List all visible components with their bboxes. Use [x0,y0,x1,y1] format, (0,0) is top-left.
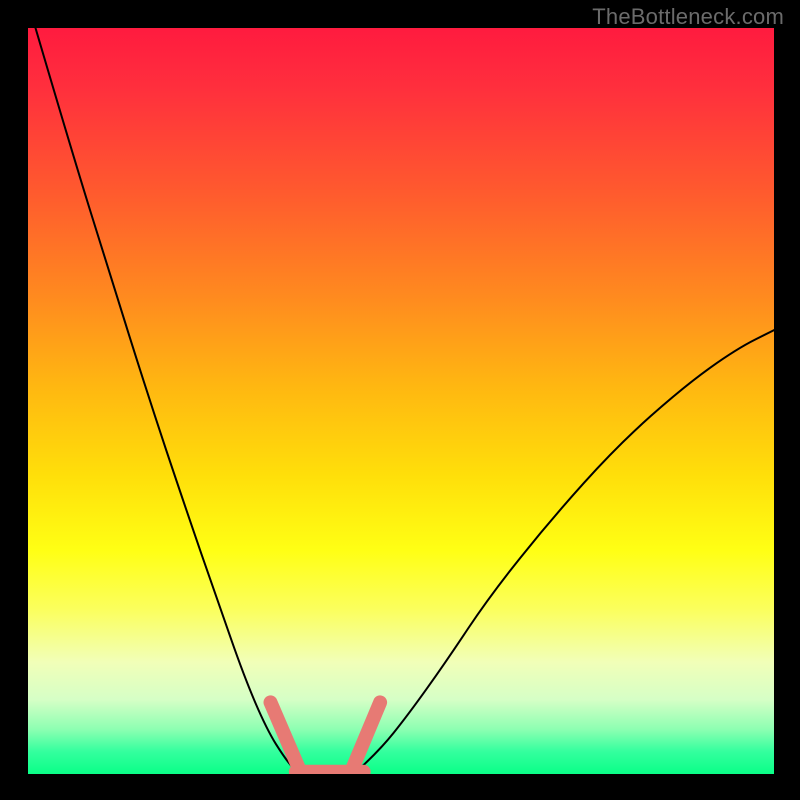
bottleneck-curves-svg [28,28,774,774]
watermark-text: TheBottleneck.com [592,4,784,30]
right-bottleneck-curve [356,330,774,772]
plot-area [28,28,774,774]
optimal-region-highlight-right [353,702,380,766]
left-bottleneck-curve [36,28,297,772]
chart-window: TheBottleneck.com [0,0,800,800]
